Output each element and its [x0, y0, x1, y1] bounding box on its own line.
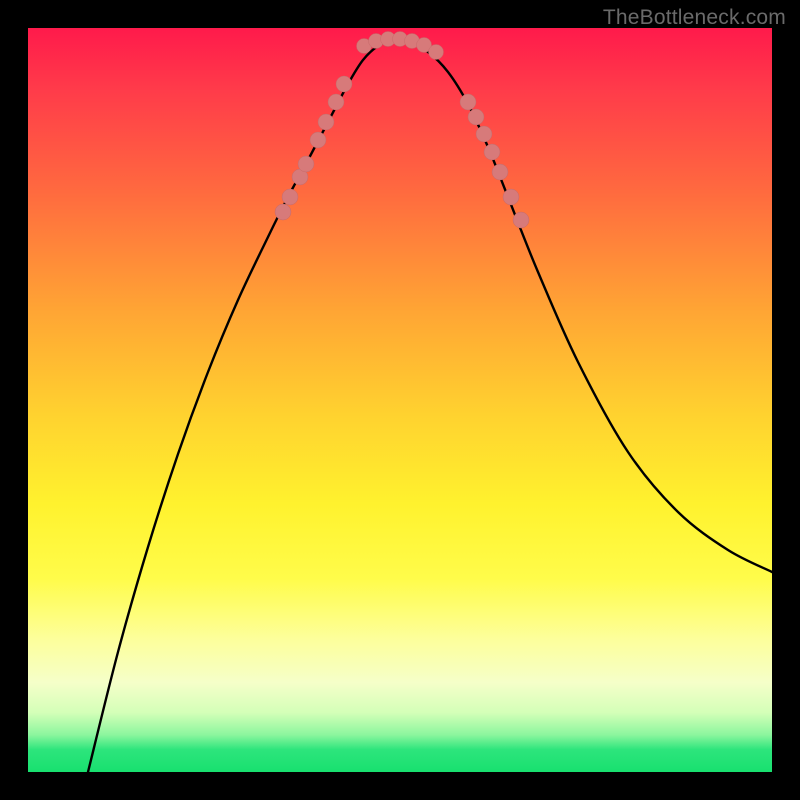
- data-point: [310, 132, 326, 148]
- data-point: [275, 204, 291, 220]
- data-point: [282, 189, 298, 205]
- data-point: [513, 212, 529, 228]
- data-point: [336, 76, 352, 92]
- plot-area: [28, 28, 772, 772]
- data-point: [298, 156, 314, 172]
- data-point: [484, 144, 500, 160]
- data-point: [476, 126, 492, 142]
- data-point: [318, 114, 334, 130]
- data-point: [503, 189, 519, 205]
- data-point: [429, 45, 444, 60]
- data-point: [460, 94, 476, 110]
- data-points-group: [275, 32, 529, 229]
- data-point: [468, 109, 484, 125]
- data-point: [328, 94, 344, 110]
- watermark-text: TheBottleneck.com: [603, 6, 786, 30]
- chart-frame: TheBottleneck.com: [0, 0, 800, 800]
- data-point: [492, 164, 508, 180]
- bottleneck-curve: [88, 40, 772, 772]
- chart-svg: [28, 28, 772, 772]
